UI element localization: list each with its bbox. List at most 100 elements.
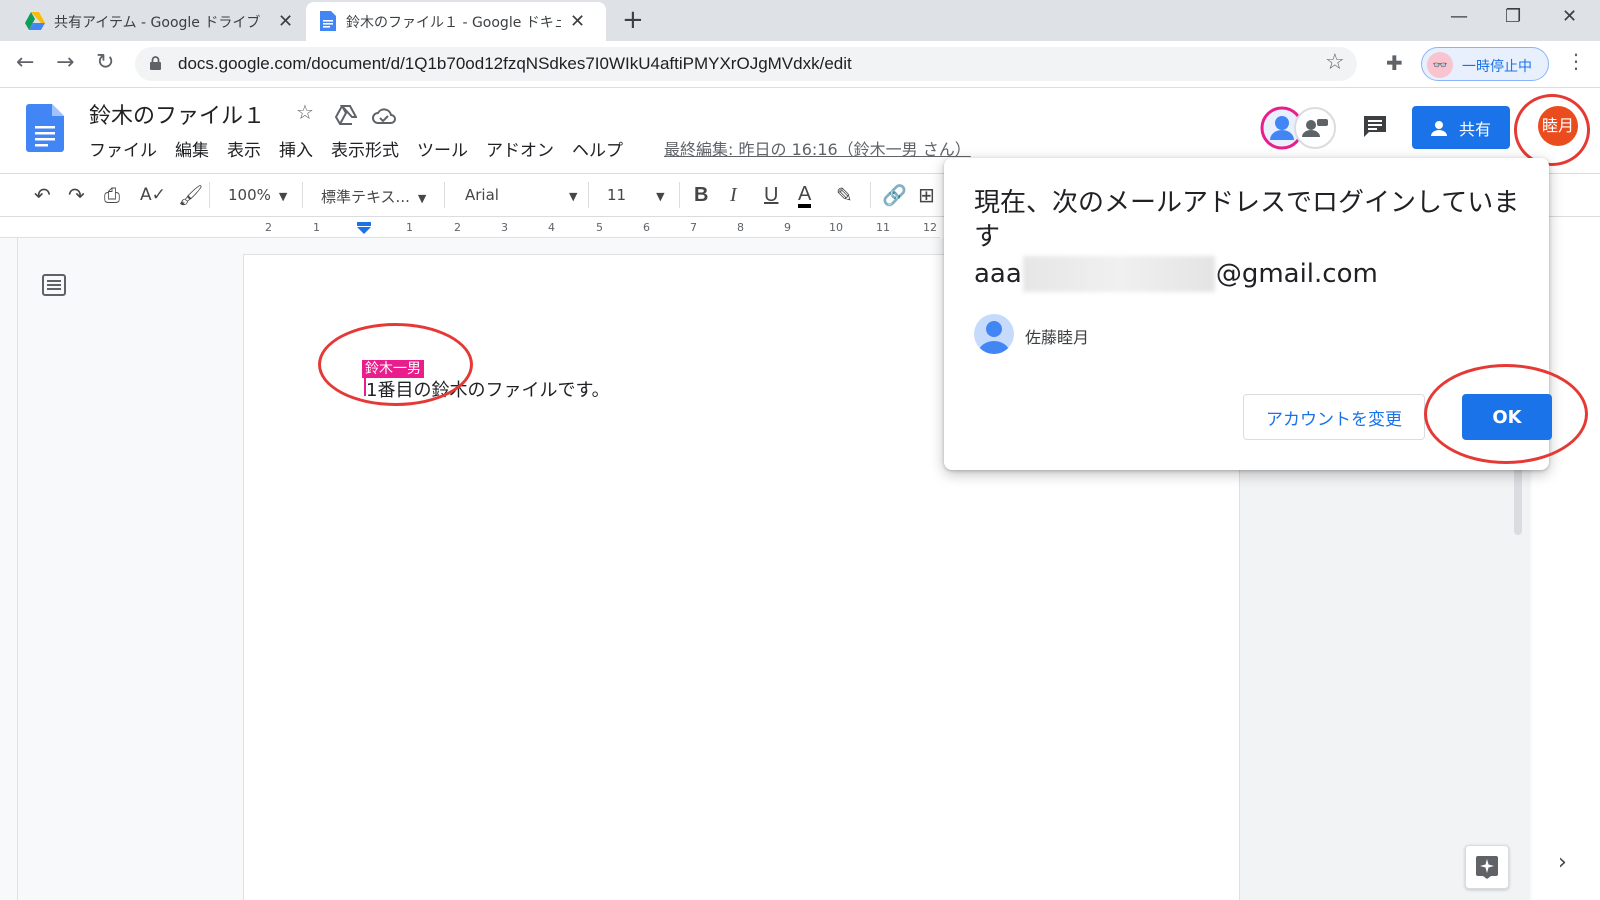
- url-omnibox[interactable]: docs.google.com/document/d/1Q1b70od12fzq…: [135, 47, 1357, 81]
- last-edit-link[interactable]: 最終編集: 昨日の 16:16（鈴木一男 さん）: [664, 136, 971, 160]
- document-title[interactable]: 鈴木のファイル１: [89, 98, 265, 130]
- explore-icon: [1476, 856, 1498, 879]
- ruler-mark: 11: [876, 221, 890, 234]
- tab-drive[interactable]: 共有アイテム - Google ドライブ ✕: [10, 2, 305, 41]
- menu-file[interactable]: ファイル: [89, 136, 157, 161]
- toolbar-separator: [870, 182, 871, 208]
- star-icon[interactable]: ☆: [296, 100, 314, 124]
- forward-icon[interactable]: →: [56, 51, 74, 75]
- email-redaction: [1022, 256, 1215, 292]
- explore-button[interactable]: [1465, 845, 1509, 889]
- undo-icon[interactable]: ↶: [34, 184, 51, 206]
- google-drive-icon: [25, 12, 45, 30]
- indent-marker-icon[interactable]: [357, 222, 371, 234]
- docs-logo-icon[interactable]: [26, 104, 64, 152]
- ruler-mark: 1: [313, 221, 320, 234]
- tab-docs[interactable]: 鈴木のファイル１ - Google ドキュメン ✕: [306, 2, 606, 41]
- font-select[interactable]: Arial ▼: [465, 186, 577, 204]
- font-size-value: 11: [607, 186, 627, 204]
- toolbar-separator: [588, 182, 589, 208]
- document-outline-icon[interactable]: [42, 274, 66, 296]
- ruler-mark: 6: [643, 221, 650, 234]
- profile-avatar: 👓: [1427, 52, 1453, 78]
- annotation-circle-ok: [1424, 364, 1588, 464]
- paint-format-icon[interactable]: 🖌: [178, 184, 203, 206]
- tab-title: 共有アイテム - Google ドライブ: [54, 14, 261, 31]
- bookmark-star-icon[interactable]: ☆: [1325, 50, 1345, 75]
- menu-help[interactable]: ヘルプ: [572, 136, 623, 161]
- zoom-select[interactable]: 100% ▼: [228, 186, 287, 204]
- style-select[interactable]: 標準テキス... ▼: [321, 186, 426, 207]
- cloud-saved-icon[interactable]: [372, 107, 396, 125]
- highlight-icon[interactable]: ✎: [836, 184, 853, 206]
- menu-tools[interactable]: ツール: [417, 136, 468, 161]
- browser-menu-icon[interactable]: ⋮: [1566, 49, 1586, 73]
- lock-icon: [150, 56, 161, 70]
- url-text: docs.google.com/document/d/1Q1b70od12fzq…: [178, 54, 852, 73]
- annotation-circle-avatar: [1514, 94, 1590, 166]
- annotation-circle-cursor: [318, 323, 473, 406]
- redo-icon[interactable]: ↷: [68, 184, 85, 206]
- close-tab-icon[interactable]: ✕: [278, 11, 293, 32]
- ruler-mark: 4: [548, 221, 555, 234]
- new-tab-icon[interactable]: +: [622, 6, 644, 34]
- ruler-mark: 5: [596, 221, 603, 234]
- reload-icon[interactable]: ↻: [96, 51, 114, 75]
- comments-icon[interactable]: [1362, 114, 1388, 140]
- person-avatar-icon: [974, 314, 1014, 354]
- dialog-message: 現在、次のメールアドレスでログインしています: [974, 188, 1520, 252]
- zoom-value: 100%: [228, 186, 271, 204]
- account-email: aaa @gmail.com: [974, 256, 1378, 292]
- ruler-mark: 3: [501, 221, 508, 234]
- spellcheck-icon[interactable]: A✓: [140, 184, 166, 206]
- chevron-down-icon: ▼: [417, 192, 427, 205]
- toolbar-separator: [679, 182, 680, 208]
- italic-icon[interactable]: I: [730, 184, 737, 206]
- person-name: 佐藤睦月: [1025, 328, 1090, 347]
- menu-edit[interactable]: 編集: [175, 136, 209, 161]
- minimize-icon[interactable]: —: [1450, 6, 1468, 27]
- ruler-mark: 8: [737, 221, 744, 234]
- restore-icon[interactable]: ❐: [1505, 6, 1521, 27]
- google-docs-icon: [320, 11, 336, 31]
- close-window-icon[interactable]: ✕: [1562, 6, 1577, 27]
- profile-status: 一時停止中: [1462, 59, 1532, 75]
- menu-bar: ファイル 編集 表示 挿入 表示形式 ツール アドオン ヘルプ: [89, 136, 641, 161]
- share-button[interactable]: 共有: [1412, 106, 1510, 149]
- font-size-select[interactable]: 11 ▼: [607, 186, 665, 204]
- print-icon[interactable]: ⎙: [104, 184, 120, 206]
- tab-title: 鈴木のファイル１ - Google ドキュメン: [346, 14, 561, 31]
- change-account-button[interactable]: アカウントを変更: [1243, 394, 1425, 440]
- extensions-icon[interactable]: ✚: [1386, 51, 1403, 75]
- browser-tabstrip: 共有アイテム - Google ドライブ ✕ 鈴木のファイル１ - Google…: [0, 0, 1600, 41]
- docs-header: 鈴木のファイル１ ☆ ファイル 編集 表示 挿入 表示形式 ツール アドオン ヘ…: [0, 88, 1600, 168]
- ruler-mark: 9: [784, 221, 791, 234]
- ruler-mark: 7: [690, 221, 697, 234]
- toolbar-separator: [302, 182, 303, 208]
- chevron-down-icon: ▼: [656, 190, 665, 203]
- profile-button[interactable]: 👓 一時停止中: [1421, 47, 1549, 81]
- toolbar-separator: [444, 182, 445, 208]
- back-icon[interactable]: ←: [16, 51, 34, 75]
- bold-icon[interactable]: B: [694, 184, 708, 206]
- share-label: 共有: [1458, 119, 1491, 139]
- underline-icon[interactable]: U: [764, 184, 778, 206]
- move-to-drive-icon[interactable]: [335, 105, 357, 125]
- text-color-icon[interactable]: A: [798, 184, 812, 208]
- menu-view[interactable]: 表示: [227, 136, 261, 161]
- horizontal-ruler: 2 1 1 2 3 4 5 6 7 8 9 10 11 12: [0, 218, 940, 238]
- chevron-down-icon: ▼: [278, 190, 288, 203]
- chevron-down-icon: ▼: [568, 190, 578, 203]
- menu-insert[interactable]: 挿入: [279, 136, 313, 161]
- address-bar: ← → ↻ docs.google.com/document/d/1Q1b70o…: [0, 41, 1600, 88]
- toolbar-separator: [209, 182, 210, 208]
- insert-link-icon[interactable]: 🔗: [882, 184, 907, 206]
- insert-comment-icon[interactable]: ⊞: [918, 184, 935, 206]
- menu-format[interactable]: 表示形式: [331, 136, 399, 161]
- email-prefix: aaa: [974, 259, 1022, 289]
- chevron-right-icon[interactable]: ›: [1558, 850, 1567, 875]
- menu-addons[interactable]: アドオン: [486, 136, 554, 161]
- anonymous-viewer-icon[interactable]: [1293, 106, 1337, 150]
- person-add-icon: [1430, 120, 1447, 136]
- close-tab-icon[interactable]: ✕: [570, 11, 585, 32]
